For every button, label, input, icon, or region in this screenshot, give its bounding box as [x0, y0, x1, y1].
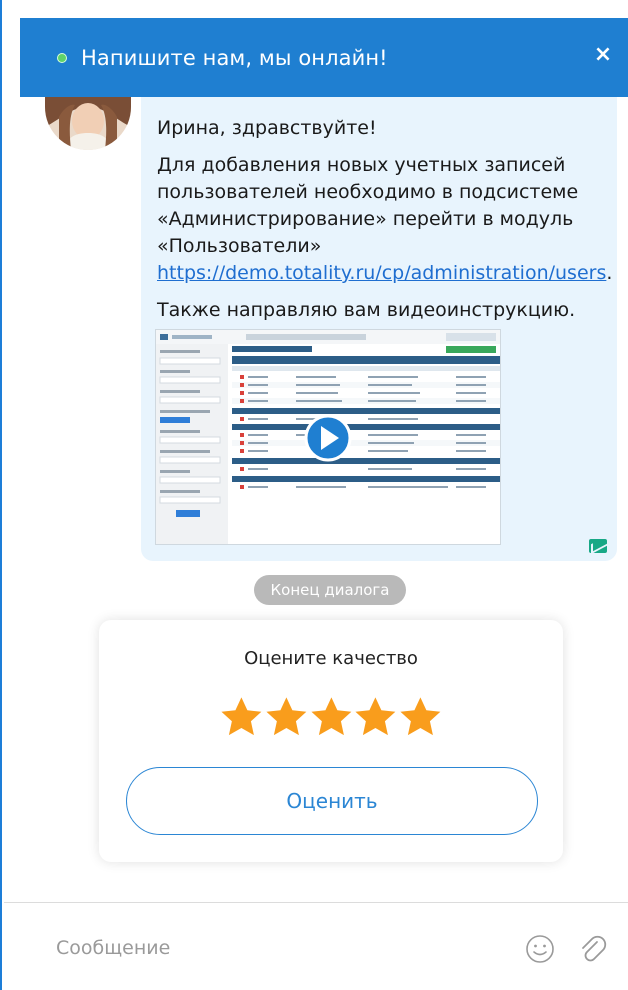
- message-body-suffix: .: [606, 262, 613, 284]
- operator-avatar: [45, 97, 131, 150]
- paperclip-icon[interactable]: [576, 933, 608, 965]
- end-of-dialog-badge: Конец диалога: [254, 575, 406, 605]
- video-thumbnail[interactable]: [155, 329, 501, 545]
- close-button[interactable]: ×: [590, 42, 616, 68]
- smile-icon[interactable]: [525, 934, 555, 964]
- users-admin-link[interactable]: https://demo.totality.ru/cp/administrati…: [157, 262, 606, 284]
- message-body-prefix: Для добавления новых учетных записей пол…: [157, 154, 579, 257]
- message-video-note: Также направляю вам видеоинструкцию.: [157, 299, 576, 321]
- message-text: Ирина, здравствуйте! Для добавления новы…: [157, 115, 612, 334]
- rating-stars: [219, 694, 443, 744]
- online-status-dot: [57, 52, 67, 63]
- star-1-icon[interactable]: [219, 694, 264, 740]
- message-body: Для добавления новых учетных записей пол…: [157, 152, 612, 287]
- star-2-icon[interactable]: [264, 694, 309, 740]
- star-3-icon[interactable]: [309, 694, 354, 740]
- rate-button[interactable]: Оценить: [126, 767, 538, 835]
- message-composer: [4, 902, 628, 990]
- rating-card: Оцените качество Оценить: [99, 620, 563, 862]
- operator-message-bubble: Ирина, здравствуйте! Для добавления новы…: [141, 97, 617, 561]
- message-area[interactable]: Ирина, здравствуйте! Для добавления новы…: [4, 97, 628, 902]
- header-title: Напишите нам, мы онлайн!: [81, 45, 388, 70]
- chat-header: Напишите нам, мы онлайн! ×: [20, 18, 628, 97]
- chat-widget: Напишите нам, мы онлайн! × Ирина, здравс…: [0, 0, 628, 990]
- message-greeting: Ирина, здравствуйте!: [157, 117, 377, 139]
- message-input[interactable]: [56, 931, 496, 965]
- email-icon: [589, 539, 607, 553]
- star-5-icon[interactable]: [398, 694, 443, 740]
- star-4-icon[interactable]: [353, 694, 398, 740]
- rating-title: Оцените качество: [244, 648, 418, 669]
